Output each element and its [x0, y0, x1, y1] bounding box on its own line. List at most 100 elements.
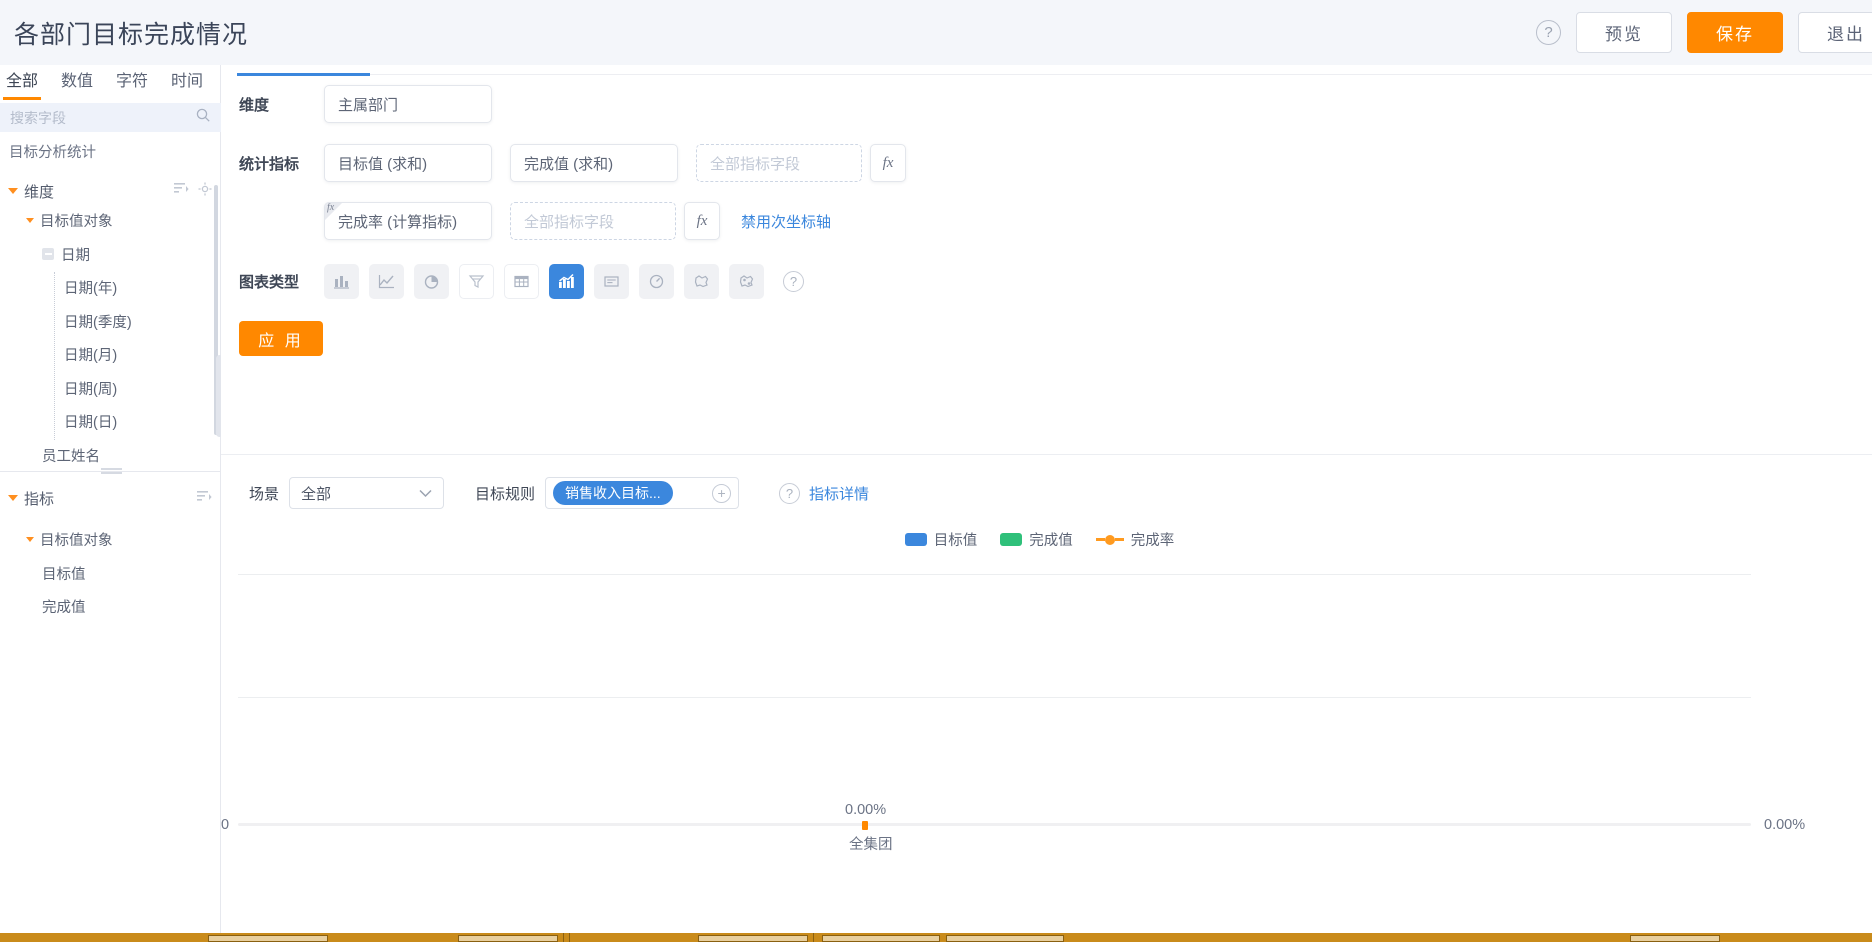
taskbar-item[interactable] [458, 935, 558, 942]
main-content: 维度 主属部门 统计指标 目标值 (求和) 完成值 (求和) 全部指标字段 fx… [221, 65, 1872, 942]
taskbar-item[interactable] [946, 935, 1064, 942]
taskbar-item[interactable] [208, 935, 328, 942]
tree-node-date-month[interactable]: 日期(月) [0, 338, 221, 372]
tree-guide-line [54, 272, 55, 440]
legend-item-rate[interactable]: 完成率 [1095, 529, 1175, 550]
search-input[interactable] [10, 109, 170, 126]
tree-node-label: 日期(季度) [64, 314, 132, 331]
legend-label-target: 目标值 [933, 533, 978, 549]
help-icon[interactable]: ? [1536, 20, 1561, 45]
legend-label-rate: 完成率 [1130, 533, 1175, 549]
legend-swatch-actual [1000, 533, 1023, 546]
legend-item-target[interactable]: 目标值 [904, 529, 978, 550]
search-icon[interactable] [195, 107, 211, 128]
tree-node-target-object[interactable]: 目标值对象 [0, 204, 221, 238]
dimension-row: 维度 主属部门 [221, 85, 1872, 123]
apply-row: 应 用 [221, 321, 1872, 356]
tree-node-metric-target-object[interactable]: 目标值对象 [0, 523, 221, 557]
tree-node-metric-target-value[interactable]: 目标值 [0, 557, 221, 591]
rule-chip[interactable]: 销售收入目标... [553, 481, 673, 505]
tree-node-date-year[interactable]: 日期(年) [0, 271, 221, 305]
header-actions: ? 预览 保存 退出 [1536, 12, 1872, 53]
caret-down-icon[interactable] [8, 495, 18, 501]
line-chart-icon[interactable] [369, 264, 404, 299]
legend-item-actual[interactable]: 完成值 [1000, 529, 1073, 550]
save-button[interactable]: 保存 [1687, 12, 1783, 53]
tree-node-label: 目标值对象 [40, 533, 113, 550]
gear-icon[interactable] [198, 182, 212, 200]
scene-select-value: 全部 [301, 485, 332, 503]
metric-field-empty-1[interactable]: 全部指标字段 [696, 144, 862, 182]
taskbar-item[interactable] [698, 935, 808, 942]
dimension-field[interactable]: 主属部门 [324, 85, 492, 123]
funnel-chart-icon[interactable] [459, 264, 494, 299]
tree-node-date-day[interactable]: 日期(日) [0, 405, 221, 439]
bar-chart-icon[interactable] [324, 264, 359, 299]
chart-gridline [238, 574, 1751, 575]
apply-button[interactable]: 应 用 [239, 321, 323, 356]
chevron-down-icon[interactable] [419, 486, 432, 501]
tree-node-label: 日期(日) [64, 415, 118, 432]
tab-numeric[interactable]: 数值 [61, 65, 93, 91]
metric-field-empty-2[interactable]: 全部指标字段 [510, 202, 676, 240]
formula-button-2[interactable]: fx [684, 202, 720, 240]
taskbar-item[interactable] [822, 935, 940, 942]
section-divider [221, 454, 1872, 455]
fx-badge-label: fx [327, 202, 335, 213]
chart-type-help-icon[interactable]: ? [783, 271, 804, 292]
metric-section-header[interactable]: 指标 [0, 485, 221, 511]
tree-node-date-quarter[interactable]: 日期(季度) [0, 305, 221, 339]
taskbar-divider [569, 933, 570, 942]
pie-chart-icon[interactable] [414, 264, 449, 299]
scene-select[interactable]: 全部 [289, 477, 445, 509]
sidebar-tabs: 全部 数值 字符 时间 [0, 65, 220, 100]
tree-node-date-week[interactable]: 日期(周) [0, 372, 221, 406]
preview-button[interactable]: 预览 [1576, 12, 1672, 53]
caret-down-icon[interactable] [26, 537, 34, 543]
text-card-icon[interactable] [594, 264, 629, 299]
plus-circle-icon[interactable]: + [712, 483, 732, 503]
sort-icon[interactable] [174, 182, 189, 200]
tree-node-employee-name[interactable]: 员工姓名 [0, 439, 221, 473]
os-taskbar[interactable] [0, 933, 1872, 942]
map-scatter-icon[interactable] [729, 264, 764, 299]
tree-node-label: 员工姓名 [42, 448, 100, 465]
sidebar-splitter[interactable] [0, 468, 221, 475]
metric-detail-help-icon[interactable]: ? [779, 482, 801, 504]
metric-section: 指标 目标值对象 目标值 完成值 [0, 485, 221, 624]
caret-down-icon[interactable] [8, 188, 18, 194]
tree-node-date[interactable]: 日期 [0, 238, 221, 272]
search-field-container[interactable] [0, 103, 221, 132]
tree-node-label: 日期(年) [64, 281, 118, 298]
scene-bar: 场景 全部 目标规则 销售收入目标... + ? 指标详情 [221, 469, 1872, 517]
metric-field-target[interactable]: 目标值 (求和) [324, 144, 492, 182]
rule-selector[interactable]: 销售收入目标... + [545, 477, 740, 509]
metric-detail-link[interactable]: 指标详情 [809, 483, 869, 504]
collapse-minus-icon[interactable] [42, 248, 54, 261]
combo-chart-icon[interactable] [549, 264, 584, 299]
exit-button[interactable]: 退出 [1798, 12, 1872, 53]
tab-string[interactable]: 字符 [116, 65, 148, 91]
scene-label: 场景 [249, 485, 280, 503]
formula-button-1[interactable]: fx [870, 144, 906, 182]
tab-time[interactable]: 时间 [171, 65, 203, 91]
splitter-grip[interactable] [100, 468, 122, 475]
dimension-section-header[interactable]: 维度 [0, 178, 221, 204]
map-chart-icon[interactable] [684, 264, 719, 299]
data-point-rate[interactable] [862, 821, 868, 830]
metric-field-actual[interactable]: 完成值 (求和) [510, 144, 678, 182]
tree-node-label: 目标值对象 [40, 214, 113, 231]
tree-node-metric-actual-value[interactable]: 完成值 [0, 590, 221, 624]
caret-down-icon[interactable] [26, 218, 34, 224]
y-axis-left-tick: 0 [221, 817, 230, 833]
secondary-axis-link[interactable]: 禁用次坐标轴 [741, 211, 831, 232]
gauge-chart-icon[interactable] [639, 264, 674, 299]
metric-field-rate[interactable]: fx 完成率 (计算指标) [324, 202, 492, 240]
tree-node-label: 日期(周) [64, 381, 118, 398]
tab-all[interactable]: 全部 [2, 65, 42, 100]
table-icon[interactable] [504, 264, 539, 299]
metric-field-rate-label: 完成率 (计算指标) [338, 213, 458, 231]
sort-icon[interactable] [197, 490, 212, 507]
dimension-section: 维度 目标值对象 日期 日期(年) 日期(季度) 日期(月) 日期(周) 日期(… [0, 178, 221, 472]
taskbar-item[interactable] [1630, 935, 1720, 942]
